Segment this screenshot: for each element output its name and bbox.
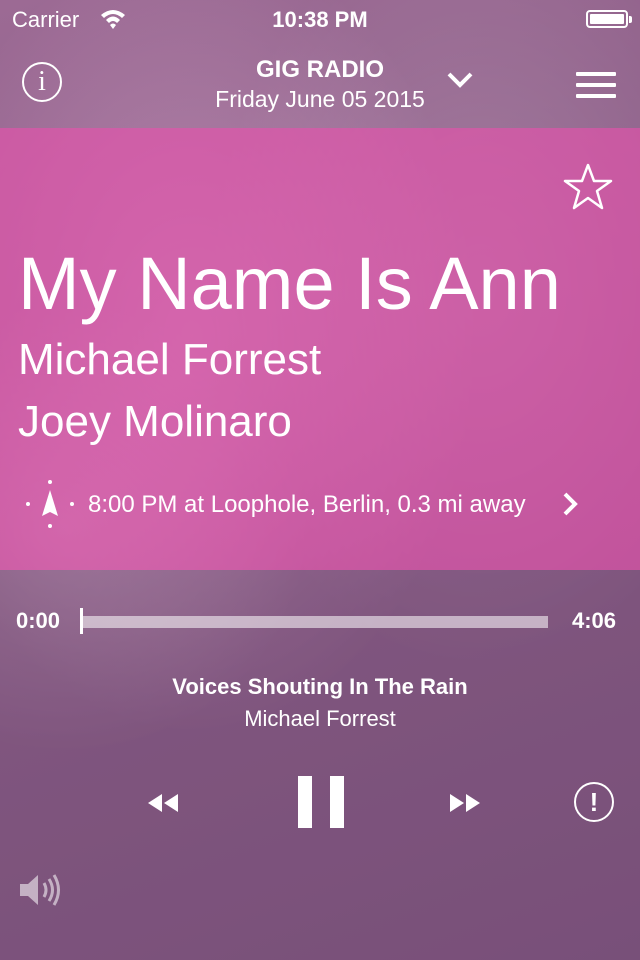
elapsed-time: 0:00 — [16, 608, 61, 633]
now-playing-title: Voices Shouting In The Rain — [172, 674, 468, 699]
progress-handle[interactable] — [80, 608, 83, 634]
status-time: 10:38 PM — [272, 7, 368, 32]
rewind-icon[interactable] — [146, 792, 180, 814]
pause-button[interactable] — [298, 776, 344, 828]
station-date: Friday June 05 2015 — [215, 86, 425, 112]
status-bar: Carrier 10:38 PM — [0, 0, 640, 40]
total-time: 4:06 — [571, 608, 616, 633]
secondary-artist-name: Joey Molinaro — [18, 397, 292, 446]
artist-name: Michael Forrest — [18, 335, 322, 384]
chevron-right-icon[interactable] — [560, 490, 580, 518]
chevron-down-icon[interactable] — [445, 68, 475, 92]
progress-bar[interactable] — [82, 616, 548, 628]
gig-info-row[interactable]: 8:00 PM at Loophole, Berlin, 0.3 mi away — [20, 478, 620, 530]
nav-bar: i GIG RADIO Friday June 05 2015 — [0, 40, 640, 128]
player-panel: 0:00 4:06 Voices Shouting In The Rain Mi… — [0, 570, 640, 960]
star-icon[interactable] — [562, 162, 614, 212]
station-name: GIG RADIO — [255, 56, 384, 83]
song-title: My Name Is Ann — [18, 242, 561, 325]
station-header[interactable]: GIG RADIO Friday June 05 2015 — [0, 56, 640, 114]
gig-info-text: 8:00 PM at Loophole, Berlin, 0.3 mi away — [88, 491, 526, 518]
volume-icon[interactable] — [18, 870, 64, 910]
report-icon[interactable]: ! — [574, 782, 614, 822]
track-hero: My Name Is Ann Michael Forrest Joey Moli… — [0, 128, 640, 570]
now-playing-artist: Michael Forrest — [244, 706, 396, 731]
battery-icon — [586, 10, 632, 28]
hamburger-menu-icon[interactable] — [576, 72, 616, 98]
location-icon — [26, 480, 74, 528]
fast-forward-icon[interactable] — [448, 792, 482, 814]
